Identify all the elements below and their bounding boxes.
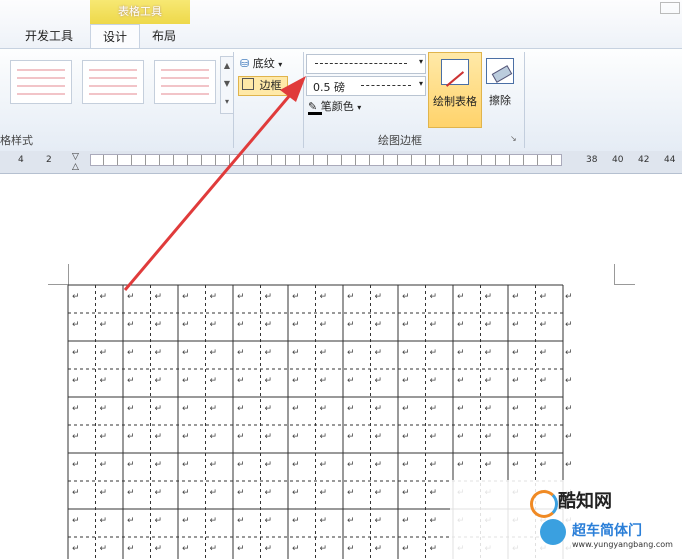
- annotation-arrow: [123, 76, 306, 291]
